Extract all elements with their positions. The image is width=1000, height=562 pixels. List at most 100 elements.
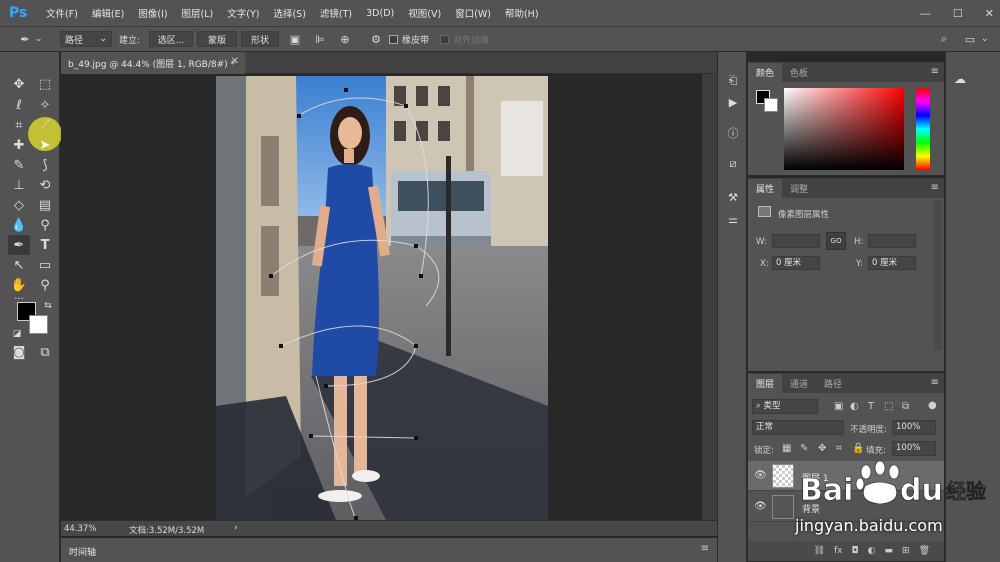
document-tab[interactable]: b_49.jpg @ 44.4% (图层 1, RGB/8#) * ✕ (61, 52, 245, 74)
blur-tool-icon[interactable]: 💧 (8, 215, 30, 235)
tab-swatches[interactable]: 色板 (782, 63, 816, 82)
tab-color[interactable]: 颜色 (748, 63, 783, 82)
path-alignment-icon[interactable]: ⊫ (313, 32, 327, 46)
gradient-tool-icon[interactable]: ▤ (34, 195, 56, 215)
path-arrangement-icon[interactable]: ⊕ (338, 32, 352, 46)
workspace-icon[interactable]: ▭ (963, 32, 977, 46)
swap-colors-icon[interactable]: ⇆ (37, 296, 59, 316)
menu-layer[interactable]: 图层(L) (182, 6, 214, 20)
brush-settings-icon[interactable]: ⚒ (726, 190, 740, 204)
crop-tool-icon[interactable]: ⌗ (8, 115, 30, 135)
eraser-tool-icon[interactable]: ◇ (8, 195, 30, 215)
tab-channels[interactable]: 通道 (782, 374, 816, 393)
mask-button[interactable]: 蒙版 (197, 31, 237, 47)
filter-smart-object-icon[interactable]: ⧉ (902, 401, 909, 412)
y-field[interactable]: 0 厘米 (868, 256, 916, 270)
adjustments-sliders-icon[interactable]: ⚌ (726, 212, 740, 226)
type-tool-icon[interactable]: T (34, 235, 56, 255)
tab-paths[interactable]: 路径 (816, 374, 850, 393)
screen-mode-icon[interactable]: ⧉ (34, 342, 56, 362)
rubber-band-checkbox[interactable] (389, 35, 398, 44)
eyedropper-tool-icon[interactable]: ⟋ (34, 115, 56, 135)
gear-icon[interactable]: ⚙ (369, 32, 383, 46)
mode-select[interactable]: 路径 ⌄ (60, 31, 112, 47)
color-field[interactable] (784, 88, 904, 170)
history-brush-icon[interactable]: ⟆ (34, 155, 56, 175)
menu-file[interactable]: 文件(F) (46, 6, 78, 20)
search-icon[interactable]: ⌕ (937, 32, 951, 46)
move-tool-icon[interactable]: ✥ (8, 74, 30, 94)
timeline-panel: 时间轴 ≡ (61, 537, 717, 562)
menu-view[interactable]: 视图(V) (408, 6, 441, 20)
properties-header: 像素图层属性 (778, 210, 830, 220)
minimize-button[interactable]: — (920, 7, 931, 20)
pen-tool-icon[interactable]: ✒ (8, 235, 30, 255)
brush-tool-icon[interactable]: ✎ (8, 155, 30, 175)
path-operations-icon[interactable]: ▣ (288, 32, 302, 46)
height-field[interactable] (868, 234, 916, 248)
magic-wand-icon[interactable]: ✧ (34, 95, 56, 115)
menu-window[interactable]: 窗口(W) (455, 6, 491, 20)
filter-shape-icon[interactable]: ⬚ (884, 401, 893, 412)
pen-tool-preset-icon[interactable]: ✒ (18, 32, 32, 46)
filter-adjustment-icon[interactable]: ◐ (850, 401, 859, 412)
document-image[interactable] (216, 76, 548, 520)
filter-type-icon[interactable]: T (868, 401, 874, 412)
dodge-tool-icon[interactable]: ⚲ (34, 215, 56, 235)
tab-properties[interactable]: 属性 (748, 179, 783, 198)
stamp-tool-icon[interactable]: ⊥ (8, 175, 30, 195)
healing-brush-icon[interactable]: ✚ (8, 135, 30, 155)
menu-image[interactable]: 图像(I) (138, 6, 167, 20)
selection-button[interactable]: 选区... (149, 31, 193, 47)
eye-icon[interactable]: 👁 (754, 470, 767, 481)
filter-pixel-icon[interactable]: ▣ (834, 401, 843, 412)
quick-mask-icon[interactable]: ◙ (8, 342, 30, 362)
properties-scrollbar[interactable] (934, 200, 942, 350)
menu-type[interactable]: 文字(Y) (227, 6, 259, 20)
maximize-button[interactable]: ☐ (953, 7, 963, 20)
link-dimensions-button[interactable]: GO (826, 232, 846, 250)
layer-filter-select[interactable]: ⌕ 类型 (752, 399, 818, 414)
lasso-tool-icon[interactable]: ℓ (8, 95, 30, 115)
menu-edit[interactable]: 编辑(E) (92, 6, 124, 20)
history-tool-icon[interactable]: ⟲ (34, 175, 56, 195)
blend-mode-select[interactable]: 正常 (752, 420, 844, 435)
close-icon[interactable]: ✕ (231, 56, 239, 67)
menu-select[interactable]: 选择(S) (273, 6, 305, 20)
background-color-swatch[interactable] (29, 315, 48, 334)
zoom-readout[interactable]: 44.37% (64, 524, 96, 534)
menu-filter[interactable]: 滤镜(T) (320, 6, 352, 20)
marquee-tool-icon[interactable]: ⬚ (34, 74, 56, 94)
shape-button[interactable]: 形状 (241, 31, 279, 47)
rectangle-tool-icon[interactable]: ▭ (34, 255, 56, 275)
width-field[interactable] (772, 234, 820, 248)
eye-icon[interactable]: 👁 (754, 501, 767, 512)
hue-slider[interactable] (916, 88, 930, 170)
align-edges-checkbox[interactable] (440, 35, 449, 44)
menu-help[interactable]: 帮助(H) (505, 6, 539, 20)
vertical-scrollbar[interactable] (702, 74, 717, 520)
chevron-right-icon[interactable]: › (234, 523, 238, 533)
tab-layers[interactable]: 图层 (748, 374, 783, 393)
tab-adjustments[interactable]: 调整 (782, 179, 816, 198)
creative-cloud-icon[interactable]: ☁ (954, 72, 976, 88)
x-field[interactable]: 0 厘米 (772, 256, 820, 270)
opacity-field[interactable]: 100% (892, 420, 936, 435)
menu-3d[interactable]: 3D(D) (366, 8, 394, 19)
panel-menu-icon[interactable]: ≡ (701, 543, 709, 554)
panel-menu-icon[interactable]: ≡ (931, 377, 939, 388)
history-icon[interactable]: ⎗ (726, 74, 740, 88)
panel-menu-icon[interactable]: ≡ (931, 182, 939, 193)
close-button[interactable]: ✕ (985, 7, 994, 20)
build-label: 建立: (119, 36, 141, 46)
panel-menu-icon[interactable]: ≡ (931, 66, 939, 77)
filter-toggle-icon[interactable]: ● (928, 400, 937, 411)
character-icon[interactable]: ⧄ (726, 157, 740, 171)
zoom-tool-icon[interactable]: ⚲ (34, 275, 56, 295)
path-selection-icon[interactable]: ↖ (8, 255, 30, 275)
timeline-tab[interactable]: 时间轴 (69, 545, 96, 558)
color-bg-swatch[interactable] (764, 98, 778, 112)
default-colors-icon[interactable]: ◪ (6, 324, 28, 344)
actions-play-icon[interactable]: ▶ (726, 95, 740, 109)
info-icon[interactable]: ⓘ (726, 126, 740, 140)
